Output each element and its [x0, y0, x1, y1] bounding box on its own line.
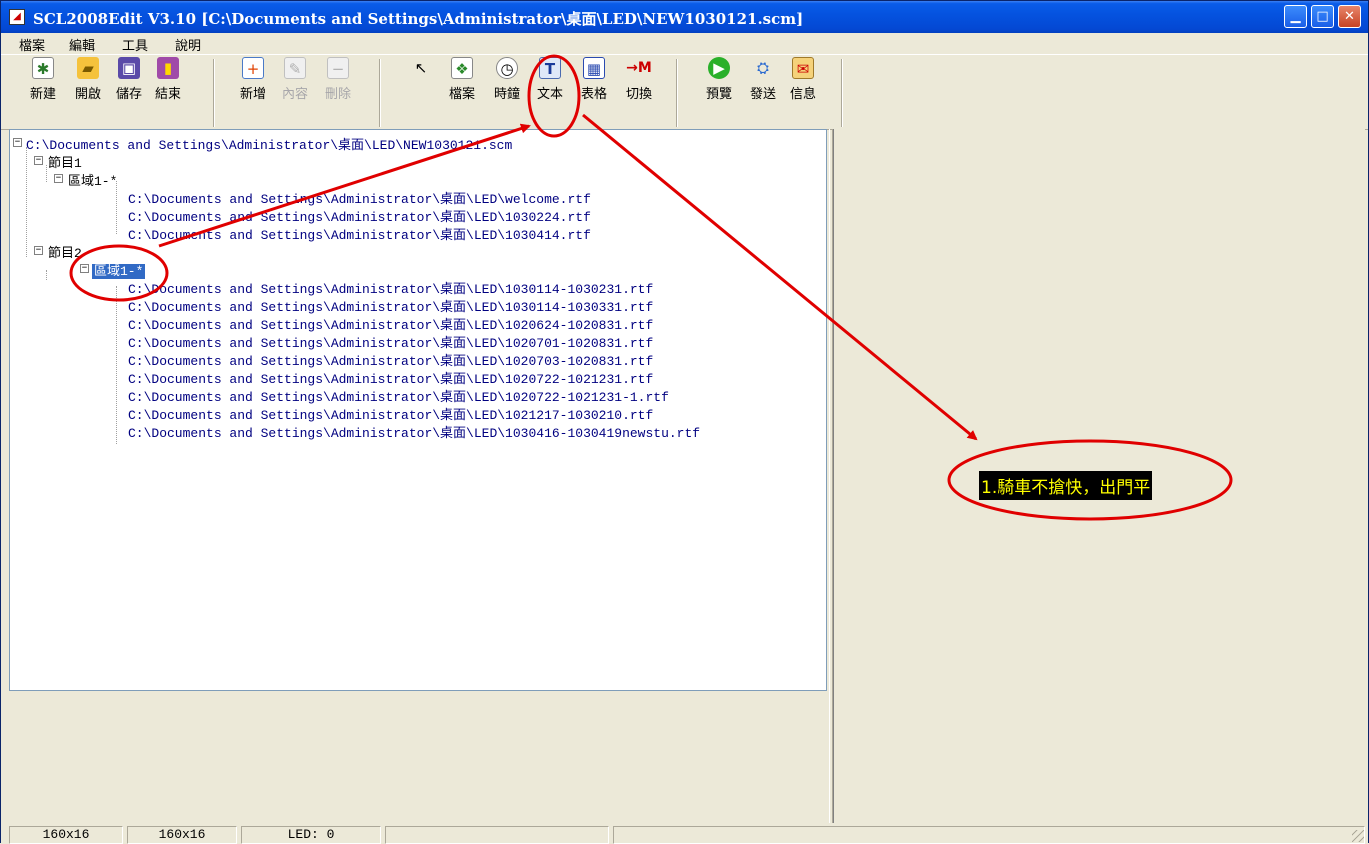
folder-open-icon: ▰: [77, 57, 99, 79]
expand-toggle-root[interactable]: −: [13, 138, 22, 147]
tree-file-item[interactable]: C:\Documents and Settings\Administrator\…: [128, 404, 653, 423]
status-cell-empty: [385, 826, 609, 844]
app-window: ◢ SCL2008Edit V3.10 [C:\Documents and Se…: [0, 0, 1369, 844]
app-icon[interactable]: ◢: [9, 9, 25, 25]
tree-program-1[interactable]: 節目1: [48, 156, 82, 171]
program-tree[interactable]: − C:\Documents and Settings\Administrato…: [9, 129, 827, 691]
toolbar-separator: [676, 59, 678, 127]
close-button[interactable]: ✕: [1338, 5, 1361, 28]
led-preview-text: 1.騎車不搶快，出門平: [979, 471, 1153, 500]
delete-page-icon: −: [327, 57, 349, 79]
new-file-icon: ✱: [32, 57, 54, 79]
tree-file-item[interactable]: C:\Documents and Settings\Administrator\…: [128, 206, 591, 225]
title-bar[interactable]: ◢ SCL2008Edit V3.10 [C:\Documents and Se…: [1, 1, 1368, 33]
tree-file-item[interactable]: C:\Documents and Settings\Administrator\…: [128, 224, 591, 243]
toolbar-separator: [379, 59, 381, 127]
menu-help[interactable]: 說明: [175, 35, 201, 54]
expand-toggle-area1[interactable]: −: [54, 174, 63, 183]
status-led-count: LED: 0: [241, 826, 381, 844]
expand-toggle-program1[interactable]: −: [34, 156, 43, 165]
minimize-button[interactable]: ▁: [1284, 5, 1307, 28]
tree-file-item[interactable]: C:\Documents and Settings\Administrator\…: [128, 350, 653, 369]
table-grid-icon: ▦: [583, 57, 605, 79]
tree-file-item[interactable]: C:\Documents and Settings\Administrator\…: [128, 278, 653, 297]
tree-line: [26, 147, 27, 257]
tree-file-item[interactable]: C:\Documents and Settings\Administrator\…: [128, 422, 700, 441]
menu-bar: 檔案 編輯 工具 說明: [1, 33, 1368, 54]
tree-root[interactable]: C:\Documents and Settings\Administrator\…: [26, 134, 512, 153]
tree-file-item[interactable]: C:\Documents and Settings\Administrator\…: [128, 368, 653, 387]
tree-line: [46, 165, 47, 182]
maximize-button[interactable]: □: [1311, 5, 1334, 28]
expand-toggle-program2[interactable]: −: [34, 246, 43, 255]
status-bar: 160x16 160x16 LED: 0: [1, 824, 1368, 844]
text-tool-icon: T: [539, 57, 561, 79]
window-title: SCL2008Edit V3.10 [C:\Documents and Sett…: [33, 10, 804, 28]
menu-edit[interactable]: 編輯: [69, 35, 95, 54]
properties-pane: [9, 691, 827, 821]
clock-icon: ◷: [496, 57, 518, 79]
play-icon: ▶: [708, 57, 730, 79]
add-page-icon: +: [242, 57, 264, 79]
expand-toggle-area2[interactable]: −: [80, 264, 89, 273]
tree-program-2[interactable]: 節目2: [48, 246, 82, 261]
exit-door-icon: ▮: [157, 57, 179, 79]
floppy-disk-icon: ▣: [118, 57, 140, 79]
image-file-icon: ❖: [451, 57, 473, 79]
tree-area-1[interactable]: 區域1-*: [68, 174, 117, 189]
tree-file-item[interactable]: C:\Documents and Settings\Administrator\…: [128, 314, 653, 333]
tree-area-2-selected[interactable]: 區域1-*: [92, 264, 146, 279]
cursor-arrow-icon: ↖: [414, 59, 428, 77]
network-icon: ⛭: [756, 59, 769, 77]
status-area-size: 160x16: [127, 826, 237, 844]
tree-line: [46, 270, 47, 280]
tree-file-item[interactable]: C:\Documents and Settings\Administrator\…: [128, 296, 653, 315]
switch-arrow-icon: →M: [626, 60, 652, 76]
menu-tools[interactable]: 工具: [122, 35, 148, 54]
tree-file-item[interactable]: C:\Documents and Settings\Administrator\…: [128, 332, 653, 351]
tree-line: [116, 286, 117, 444]
tree-file-item[interactable]: C:\Documents and Settings\Administrator\…: [128, 386, 669, 405]
status-display-size: 160x16: [9, 826, 123, 844]
resize-grip[interactable]: [1352, 830, 1364, 842]
message-icon: ✉: [792, 57, 814, 79]
status-cell-empty: [613, 826, 1365, 844]
toolbar-separator: [841, 59, 843, 127]
edit-page-icon: ✎: [284, 57, 306, 79]
menu-file[interactable]: 檔案: [19, 35, 45, 54]
toolbar: ✱ 新建 ▰ 開啟 ▣ 儲存 ▮ 結束 + 新增 ✎ 內容 − 刪除 ↖ ❖ 檔…: [1, 54, 1368, 130]
toolbar-separator: [213, 59, 215, 127]
tree-file-item[interactable]: C:\Documents and Settings\Administrator\…: [128, 188, 591, 207]
